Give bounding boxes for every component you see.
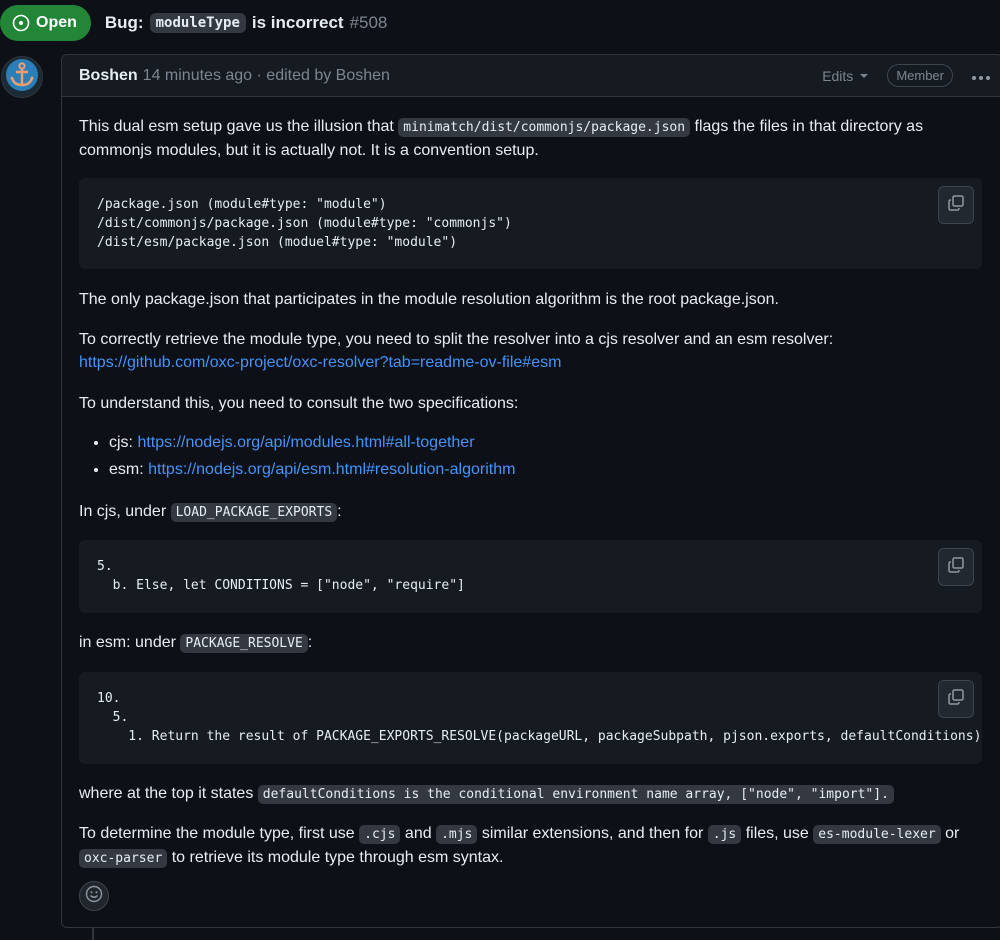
inline-code: .cjs xyxy=(359,825,401,844)
inline-code: .js xyxy=(707,825,742,844)
anchor-avatar-icon xyxy=(5,58,39,97)
issue-open-icon xyxy=(12,14,30,32)
code-block-content: 10. 5. 1. Return the result of PACKAGE_E… xyxy=(97,691,982,744)
copy-icon xyxy=(947,194,965,217)
edits-dropdown[interactable]: Edits xyxy=(822,68,869,84)
text: cjs: xyxy=(109,434,133,451)
text: esm: xyxy=(109,461,144,478)
code-block: 5. b. Else, let CONDITIONS = ["node", "r… xyxy=(79,540,982,613)
inline-code: minimatch/dist/commonjs/package.json xyxy=(398,118,691,137)
text: commonjs modules, but it is actually not… xyxy=(79,142,539,159)
text: similar extensions, and then for xyxy=(481,825,704,842)
issue-title-suffix: is incorrect xyxy=(251,13,344,32)
copy-button[interactable] xyxy=(938,680,974,718)
kebab-icon[interactable] xyxy=(971,65,991,86)
issue-state-label: Open xyxy=(36,14,77,31)
text: or xyxy=(945,825,960,842)
copy-button[interactable] xyxy=(938,548,974,586)
copy-icon xyxy=(947,556,965,579)
code-block: 10. 5. 1. Return the result of PACKAGE_E… xyxy=(79,672,982,764)
list-item: cjs: https://nodejs.org/api/modules.html… xyxy=(109,429,1000,456)
issue-title-code: moduleType xyxy=(149,13,246,33)
inline-code: es-module-lexer xyxy=(813,825,941,844)
text: : xyxy=(307,634,313,651)
chevron-down-icon xyxy=(859,68,869,84)
paragraph-root-package: The only package.json that participates … xyxy=(79,291,779,308)
paragraph-intro: This dual esm setup gave us the illusion… xyxy=(79,115,984,162)
inline-code: defaultConditions is the conditional env… xyxy=(257,785,894,804)
code-block: /package.json (module#type: "module") /d… xyxy=(79,178,982,269)
text: In cjs, under xyxy=(79,503,167,520)
copy-button[interactable] xyxy=(938,186,974,224)
text: flags the files in that directory as xyxy=(694,118,924,135)
text: to retrieve its module type through esm … xyxy=(171,849,504,866)
comment-header: Boshen 14 minutes ago · edited by Boshen… xyxy=(62,55,1000,97)
comment-meta[interactable]: 14 minutes ago · edited by Boshen xyxy=(143,67,390,85)
avatar[interactable] xyxy=(1,56,43,98)
resolver-link[interactable]: https://github.com/oxc-project/oxc-resol… xyxy=(79,354,561,371)
copy-icon xyxy=(947,688,965,711)
issue-number: #508 xyxy=(349,13,388,32)
inline-code: oxc-parser xyxy=(79,849,168,868)
issue-title-prefix: Bug: xyxy=(104,13,144,32)
text: and xyxy=(404,825,432,842)
member-badge: Member xyxy=(887,64,953,87)
code-block-content: /package.json (module#type: "module") /d… xyxy=(97,197,512,250)
inline-code: LOAD_PACKAGE_EXPORTS xyxy=(170,503,338,522)
text: in esm: under xyxy=(79,634,176,651)
text: : xyxy=(337,503,342,520)
smiley-icon xyxy=(85,885,103,908)
text: where at the top it states xyxy=(79,785,254,802)
text: This dual esm setup gave us the illusion… xyxy=(79,118,394,135)
paragraph-cjs: In cjs, under LOAD_PACKAGE_EXPORTS: xyxy=(79,500,984,524)
text: files, use xyxy=(745,825,809,842)
paragraph-module-type: To determine the module type, first use … xyxy=(79,822,984,870)
text: To correctly retrieve the module type, y… xyxy=(79,331,834,348)
inline-code: PACKAGE_RESOLVE xyxy=(180,634,308,653)
paragraph-esm: in esm: under PACKAGE_RESOLVE: xyxy=(79,631,984,655)
paragraph-default-conditions: where at the top it states defaultCondit… xyxy=(79,782,984,806)
code-block-content: 5. b. Else, let CONDITIONS = ["node", "r… xyxy=(97,559,465,593)
inline-code: .mjs xyxy=(436,825,478,844)
issue-comment: Boshen 14 minutes ago · edited by Boshen… xyxy=(61,54,1000,928)
paragraph-resolver: To correctly retrieve the module type, y… xyxy=(79,328,984,374)
paragraph-specs: To understand this, you need to consult … xyxy=(79,395,519,412)
comment-author[interactable]: Boshen xyxy=(79,67,138,85)
cjs-spec-link[interactable]: https://nodejs.org/api/modules.html#all-… xyxy=(137,434,474,451)
text: To determine the module type, first use xyxy=(79,825,355,842)
esm-spec-link[interactable]: https://nodejs.org/api/esm.html#resoluti… xyxy=(148,461,515,478)
edits-label: Edits xyxy=(822,67,854,84)
issue-title: Bug: moduleType is incorrect #508 xyxy=(104,13,388,33)
spec-list: cjs: https://nodejs.org/api/modules.html… xyxy=(79,429,1000,483)
issue-state-badge: Open xyxy=(0,5,91,41)
add-reaction-button[interactable] xyxy=(79,881,109,911)
list-item: esm: https://nodejs.org/api/esm.html#res… xyxy=(109,456,1000,483)
issue-header: Open Bug: moduleType is incorrect #508 xyxy=(0,5,387,41)
